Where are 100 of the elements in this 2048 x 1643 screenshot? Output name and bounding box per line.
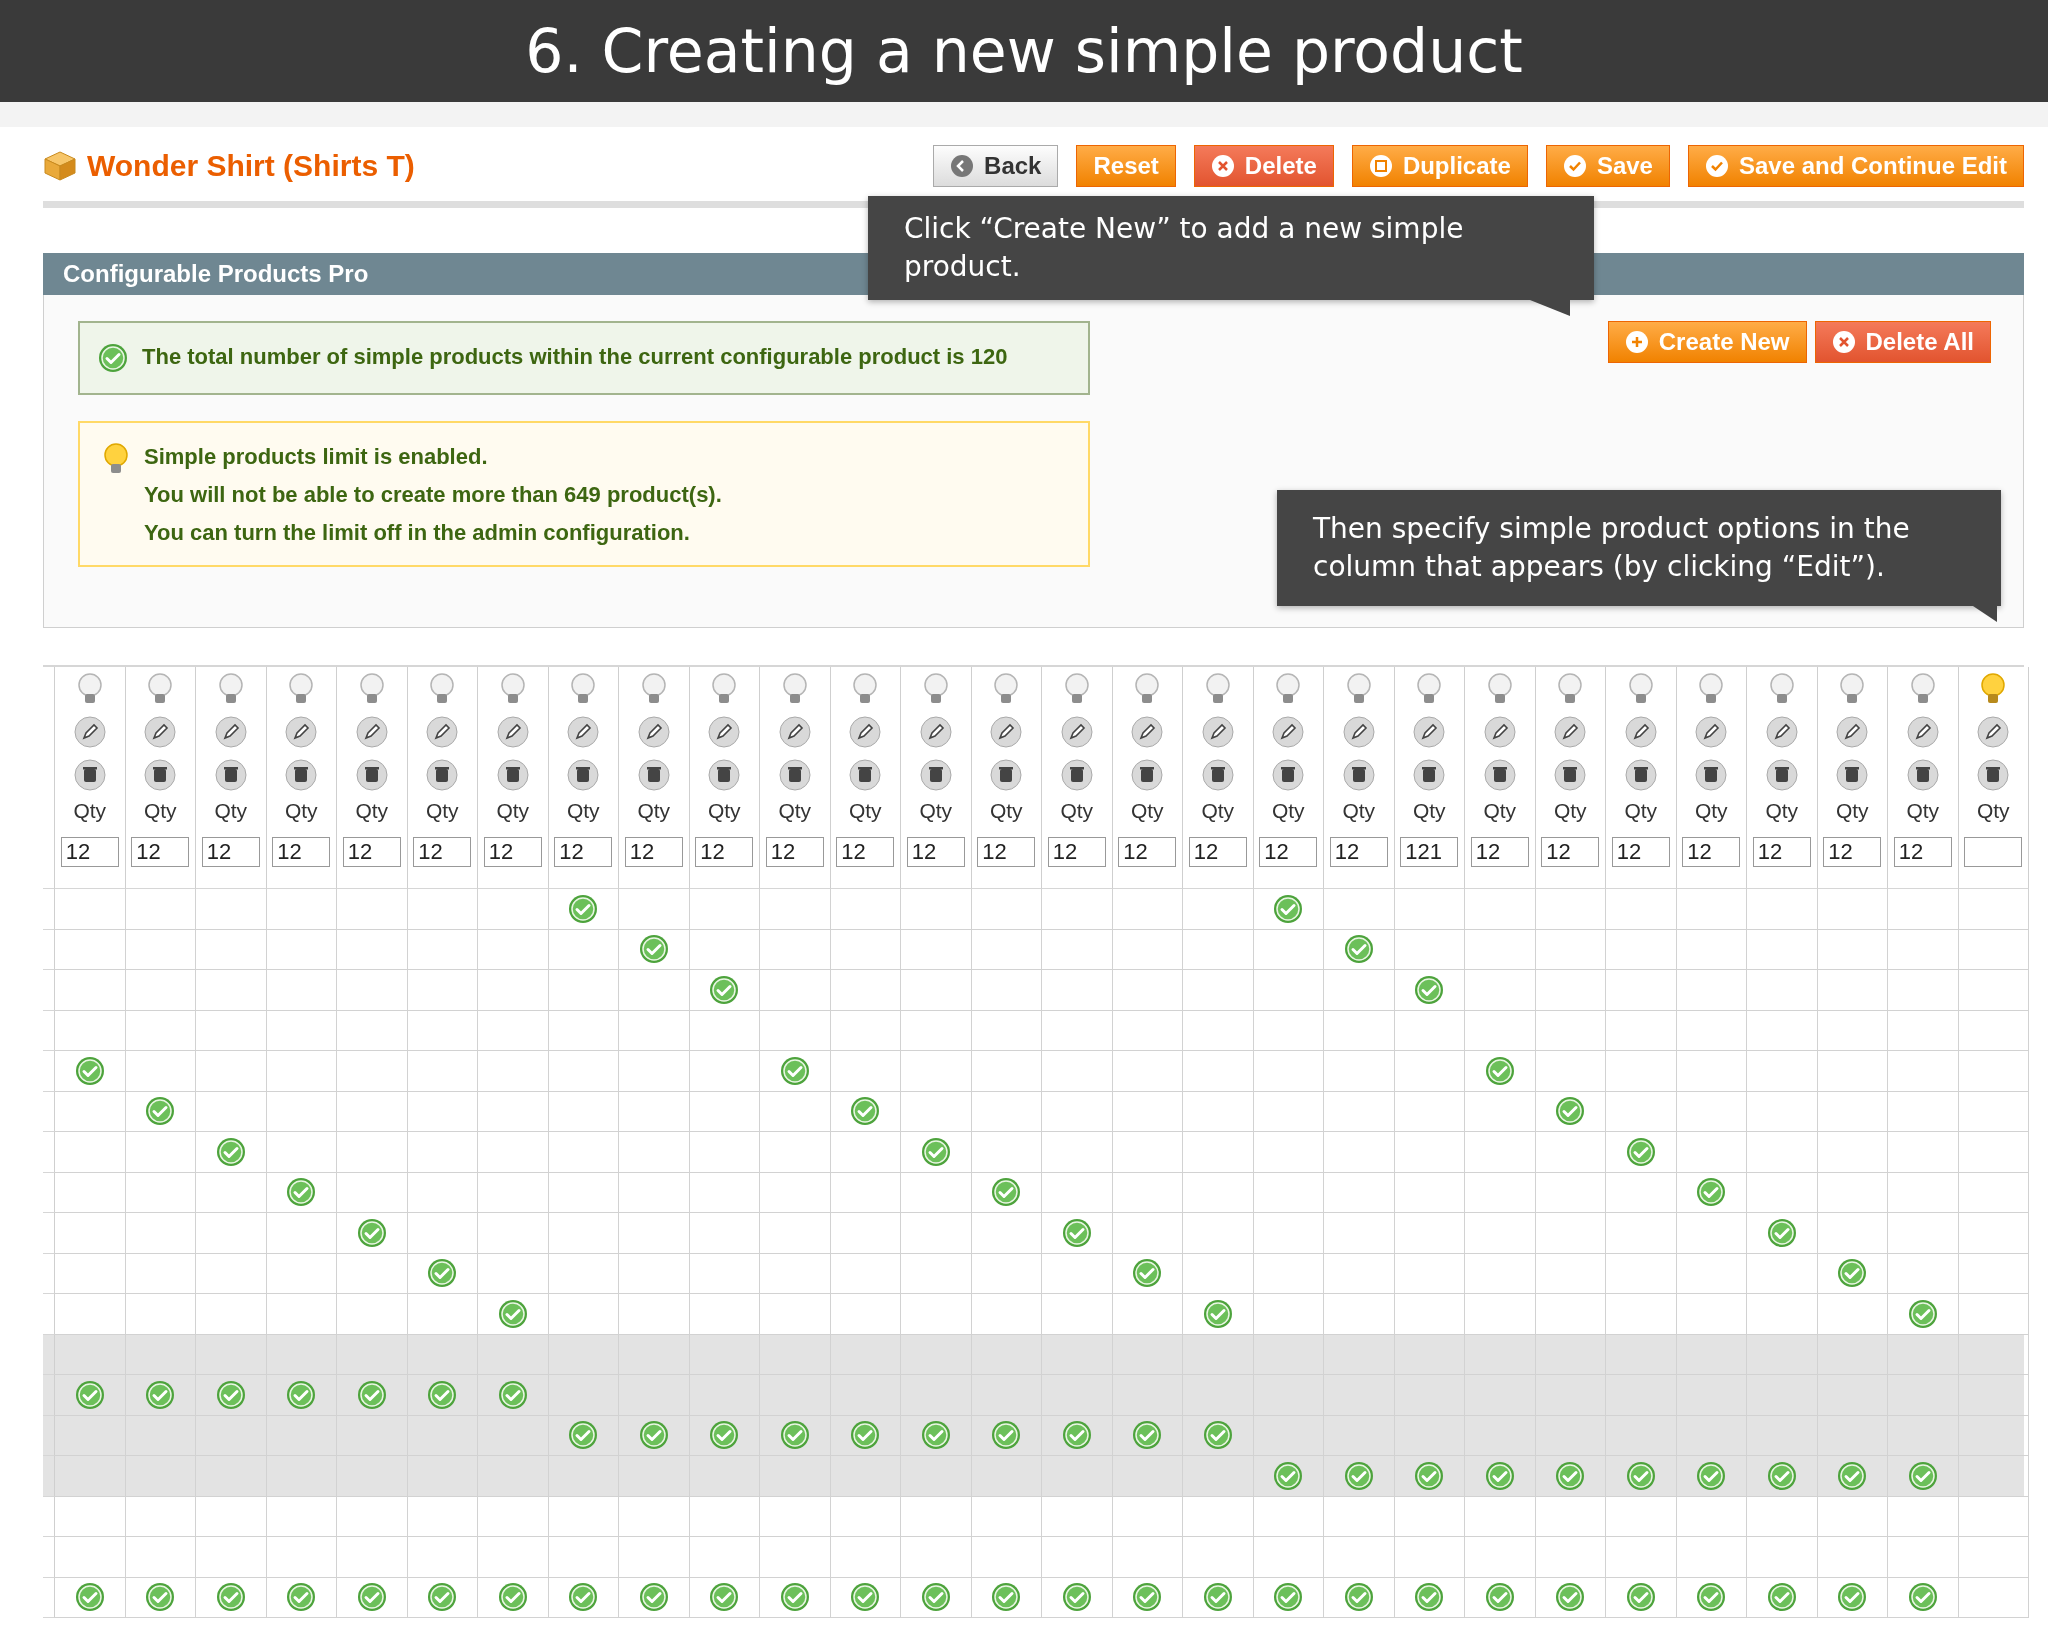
edit-icon[interactable] bbox=[990, 716, 1023, 748]
lightbulb-icon[interactable] bbox=[357, 673, 386, 705]
edit-icon[interactable] bbox=[1201, 716, 1234, 748]
edit-icon[interactable] bbox=[144, 716, 177, 748]
qty-input[interactable]: 12 bbox=[201, 837, 260, 867]
lightbulb-icon[interactable] bbox=[498, 673, 527, 705]
trash-icon[interactable] bbox=[1272, 759, 1305, 791]
trash-icon[interactable] bbox=[1765, 759, 1798, 791]
lightbulb-icon[interactable] bbox=[639, 673, 668, 705]
lightbulb-icon[interactable] bbox=[1062, 673, 1091, 705]
edit-icon[interactable] bbox=[778, 716, 811, 748]
lightbulb-icon[interactable] bbox=[992, 673, 1021, 705]
lightbulb-icon[interactable] bbox=[921, 673, 950, 705]
qty-input[interactable]: 12 bbox=[131, 837, 190, 867]
qty-input[interactable]: 12 bbox=[554, 837, 613, 867]
qty-input[interactable]: 12 bbox=[695, 837, 754, 867]
edit-icon[interactable] bbox=[708, 716, 741, 748]
trash-icon[interactable] bbox=[1131, 759, 1164, 791]
trash-icon[interactable] bbox=[285, 759, 318, 791]
lightbulb-icon[interactable] bbox=[146, 673, 175, 705]
lightbulb-icon[interactable] bbox=[1415, 673, 1444, 705]
qty-input[interactable]: 12 bbox=[60, 837, 119, 867]
qty-input[interactable]: 12 bbox=[1329, 837, 1388, 867]
edit-icon[interactable] bbox=[1413, 716, 1446, 748]
lightbulb-icon[interactable] bbox=[1203, 673, 1232, 705]
qty-input[interactable]: 12 bbox=[413, 837, 472, 867]
edit-icon[interactable] bbox=[426, 716, 459, 748]
edit-icon[interactable] bbox=[637, 716, 670, 748]
qty-input[interactable]: 12 bbox=[1682, 837, 1741, 867]
trash-icon[interactable] bbox=[1906, 759, 1939, 791]
trash-icon[interactable] bbox=[73, 759, 106, 791]
edit-icon[interactable] bbox=[1695, 716, 1728, 748]
trash-icon[interactable] bbox=[426, 759, 459, 791]
edit-icon[interactable] bbox=[1483, 716, 1516, 748]
qty-input[interactable]: 12 bbox=[1823, 837, 1882, 867]
lightbulb-icon[interactable] bbox=[216, 673, 245, 705]
edit-icon[interactable] bbox=[1272, 716, 1305, 748]
lightbulb-icon[interactable] bbox=[287, 673, 316, 705]
trash-icon[interactable] bbox=[144, 759, 177, 791]
lightbulb-icon[interactable] bbox=[1344, 673, 1373, 705]
lightbulb-icon[interactable] bbox=[710, 673, 739, 705]
qty-input[interactable]: 12 bbox=[1611, 837, 1670, 867]
trash-icon[interactable] bbox=[355, 759, 388, 791]
edit-icon[interactable] bbox=[1906, 716, 1939, 748]
edit-icon[interactable] bbox=[849, 716, 882, 748]
trash-icon[interactable] bbox=[919, 759, 952, 791]
trash-icon[interactable] bbox=[1624, 759, 1657, 791]
qty-input[interactable]: 12 bbox=[1752, 837, 1811, 867]
toolbar-button[interactable]: Back bbox=[933, 145, 1059, 187]
trash-icon[interactable] bbox=[990, 759, 1023, 791]
lightbulb-icon[interactable] bbox=[780, 673, 809, 705]
trash-icon[interactable] bbox=[214, 759, 247, 791]
edit-icon[interactable] bbox=[1624, 716, 1657, 748]
edit-icon[interactable] bbox=[1131, 716, 1164, 748]
edit-icon[interactable] bbox=[285, 716, 318, 748]
trash-icon[interactable] bbox=[1060, 759, 1093, 791]
qty-input[interactable]: 12 bbox=[1118, 837, 1177, 867]
lightbulb-icon[interactable] bbox=[1133, 673, 1162, 705]
qty-input[interactable]: 12 bbox=[1188, 837, 1247, 867]
lightbulb-icon[interactable] bbox=[1556, 673, 1585, 705]
edit-icon[interactable] bbox=[567, 716, 600, 748]
lightbulb-icon[interactable] bbox=[1485, 673, 1514, 705]
trash-icon[interactable] bbox=[496, 759, 529, 791]
edit-icon[interactable] bbox=[496, 716, 529, 748]
qty-input[interactable]: 12 bbox=[765, 837, 824, 867]
qty-input[interactable]: 12 bbox=[1541, 837, 1600, 867]
trash-icon[interactable] bbox=[1554, 759, 1587, 791]
qty-input[interactable]: 12 bbox=[1047, 837, 1106, 867]
trash-icon[interactable] bbox=[1836, 759, 1869, 791]
edit-icon[interactable] bbox=[919, 716, 952, 748]
edit-icon[interactable] bbox=[355, 716, 388, 748]
edit-icon[interactable] bbox=[1554, 716, 1587, 748]
qty-input[interactable]: 12 bbox=[906, 837, 965, 867]
edit-icon[interactable] bbox=[1977, 716, 2010, 748]
lightbulb-icon[interactable] bbox=[1767, 673, 1796, 705]
edit-icon[interactable] bbox=[1765, 716, 1798, 748]
trash-icon[interactable] bbox=[567, 759, 600, 791]
qty-input[interactable]: 12 bbox=[1259, 837, 1318, 867]
qty-input[interactable]: 12 bbox=[624, 837, 683, 867]
lightbulb-icon[interactable] bbox=[1979, 673, 2008, 705]
lightbulb-icon[interactable] bbox=[428, 673, 457, 705]
qty-input[interactable]: 12 bbox=[836, 837, 895, 867]
edit-icon[interactable] bbox=[1342, 716, 1375, 748]
lightbulb-icon[interactable] bbox=[1274, 673, 1303, 705]
lightbulb-icon[interactable] bbox=[569, 673, 598, 705]
trash-icon[interactable] bbox=[1695, 759, 1728, 791]
trash-icon[interactable] bbox=[708, 759, 741, 791]
edit-icon[interactable] bbox=[214, 716, 247, 748]
qty-input[interactable]: 12 bbox=[1893, 837, 1952, 867]
trash-icon[interactable] bbox=[1413, 759, 1446, 791]
edit-icon[interactable] bbox=[1060, 716, 1093, 748]
trash-icon[interactable] bbox=[1483, 759, 1516, 791]
qty-input[interactable]: 12 bbox=[1470, 837, 1529, 867]
qty-input[interactable]: 12 bbox=[483, 837, 542, 867]
lightbulb-icon[interactable] bbox=[1697, 673, 1726, 705]
trash-icon[interactable] bbox=[1977, 759, 2010, 791]
lightbulb-icon[interactable] bbox=[1908, 673, 1937, 705]
qty-input[interactable]: 121 bbox=[1400, 837, 1459, 867]
edit-icon[interactable] bbox=[73, 716, 106, 748]
lightbulb-icon[interactable] bbox=[1838, 673, 1867, 705]
